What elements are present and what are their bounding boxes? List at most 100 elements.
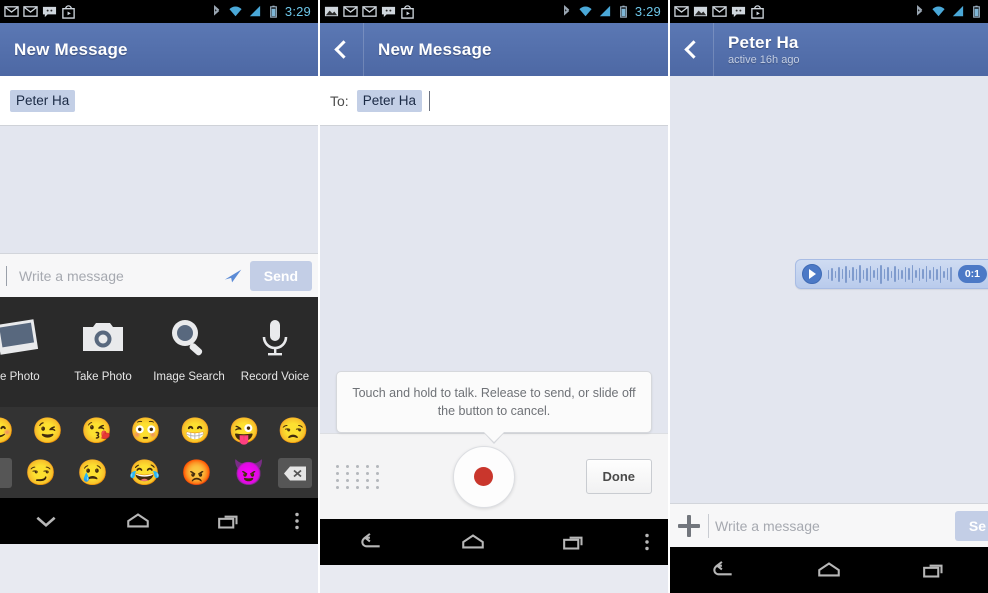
play-store-icon <box>751 5 764 19</box>
appbar-p1: New Message <box>0 23 318 76</box>
emoji-key[interactable]: 😡 <box>171 460 223 486</box>
photo-icon <box>324 6 339 17</box>
tray-label: Record Voice <box>240 371 310 383</box>
recipient-row-p1[interactable]: Peter Ha <box>0 76 318 126</box>
signal-icon <box>599 5 611 17</box>
appbar-titles-p2: New Message <box>364 40 492 60</box>
status-bar-system-icons-p2: 3:29 <box>559 4 664 19</box>
thread-area-p3: 0:1 <box>670 76 988 503</box>
message-input[interactable] <box>19 267 216 284</box>
status-bar-system-icons-p3 <box>912 4 984 19</box>
tray-item-image-search[interactable]: Image Search <box>146 297 232 383</box>
emoji-key[interactable]: 😳 <box>121 418 170 444</box>
nav-overflow-menu-button[interactable] <box>626 529 668 555</box>
status-bar-notification-icons-p2 <box>324 4 559 19</box>
dot-grid-icon[interactable] <box>336 464 382 489</box>
nav-recents-button[interactable] <box>184 508 276 534</box>
tray-item-choose-photo[interactable]: se Photo <box>0 297 60 383</box>
emoji-key[interactable]: 😁 <box>171 418 220 444</box>
nav-recents-button[interactable] <box>882 557 988 583</box>
recipient-token[interactable]: Peter Ha <box>10 89 76 112</box>
nav-hide-keyboard-button[interactable] <box>0 508 92 534</box>
recipient-token[interactable]: Peter Ha <box>356 89 422 112</box>
emoji-key[interactable]: 😒 <box>269 418 318 444</box>
gmail-icon <box>4 6 19 17</box>
status-bar-notification-icons-p1 <box>4 4 209 19</box>
emoji-key[interactable]: 😊 <box>0 418 23 444</box>
emoji-key[interactable]: 😉 <box>23 418 72 444</box>
waveform <box>827 263 952 285</box>
backspace-key[interactable] <box>278 458 312 488</box>
overflow-menu-icon <box>295 512 299 530</box>
wifi-icon <box>579 6 592 17</box>
gmail-icon <box>23 6 38 17</box>
emoji-key[interactable]: 😏 <box>15 460 67 486</box>
send-button[interactable]: Se <box>954 510 988 541</box>
to-label: To: <box>330 92 349 109</box>
home-icon <box>818 562 840 577</box>
tray-item-record-voice[interactable]: Record Voice <box>232 297 318 383</box>
play-button[interactable] <box>801 264 822 284</box>
phone-panel-2: 3:29 New Message To: Peter Ha Touch and … <box>318 0 670 593</box>
messenger-icon <box>731 6 746 18</box>
gmail-icon <box>343 6 358 17</box>
send-arrow-icon[interactable] <box>222 265 244 287</box>
status-bar-p1: 3:29 <box>0 0 318 23</box>
voice-message-bubble[interactable]: 0:1 <box>794 259 988 289</box>
messenger-icon <box>381 6 396 18</box>
appbar-titles-p3: Peter Ha active 16h ago <box>714 33 800 66</box>
nav-home-button[interactable] <box>422 529 524 555</box>
play-icon <box>809 269 817 279</box>
divider <box>708 513 709 538</box>
text-caret <box>6 265 7 286</box>
contact-name: Peter Ha <box>728 33 799 52</box>
text-caret <box>428 90 430 111</box>
nav-overflow-menu-button[interactable] <box>276 508 318 534</box>
voice-hint-tooltip: Touch and hold to talk. Release to send,… <box>336 370 652 433</box>
tray-item-take-photo[interactable]: Take Photo <box>60 297 146 383</box>
bluetooth-icon <box>563 5 570 16</box>
wifi-icon <box>932 6 945 17</box>
navbar-p1 <box>0 498 318 544</box>
done-button[interactable]: Done <box>585 459 652 494</box>
play-store-icon <box>62 5 75 19</box>
recipient-row-p2[interactable]: To: Peter Ha <box>320 76 668 126</box>
play-store-icon <box>401 5 414 19</box>
back-icon <box>713 561 732 576</box>
nav-home-button[interactable] <box>92 508 184 534</box>
record-button[interactable] <box>452 445 515 508</box>
record-button-icon <box>474 467 494 486</box>
nav-back-button[interactable] <box>670 557 776 583</box>
status-bar-clock-p1: 3:29 <box>284 4 311 19</box>
voice-recorder-bar: Done <box>320 433 668 519</box>
nav-recents-button[interactable] <box>524 529 626 555</box>
emoji-key[interactable]: 😂 <box>119 460 171 486</box>
signal-icon <box>952 5 964 17</box>
emoji-key[interactable]: 😈 <box>223 460 275 486</box>
appbar-p2: New Message <box>320 23 668 76</box>
home-icon <box>462 534 484 549</box>
emoji-row-2: 😏 😢 😂 😡 😈 <box>0 452 318 494</box>
keyboard-modifier-key[interactable] <box>0 458 12 488</box>
emoji-row-1: 😊 😉 😘 😳 😁 😜 😒 <box>0 410 318 452</box>
gmail-icon <box>674 6 689 17</box>
back-button-p2[interactable] <box>320 23 364 76</box>
send-button[interactable]: Send <box>249 260 312 291</box>
signal-icon <box>249 5 261 17</box>
tray-label: se Photo <box>0 371 40 383</box>
microphone-icon <box>262 320 288 356</box>
plus-icon[interactable] <box>676 513 702 539</box>
composer-p3: Se <box>670 503 988 547</box>
back-icon <box>361 533 380 548</box>
emoji-key[interactable]: 😢 <box>67 460 119 486</box>
nav-home-button[interactable] <box>776 557 882 583</box>
emoji-key[interactable]: 😘 <box>72 418 121 444</box>
emoji-key[interactable]: 😜 <box>220 418 269 444</box>
bluetooth-icon <box>213 5 220 16</box>
message-input[interactable] <box>715 517 949 534</box>
back-button-p3[interactable] <box>670 23 714 76</box>
nav-back-button[interactable] <box>320 529 422 555</box>
photo-stack-icon <box>0 319 39 355</box>
magnifier-icon <box>172 320 203 356</box>
battery-icon <box>973 5 980 18</box>
